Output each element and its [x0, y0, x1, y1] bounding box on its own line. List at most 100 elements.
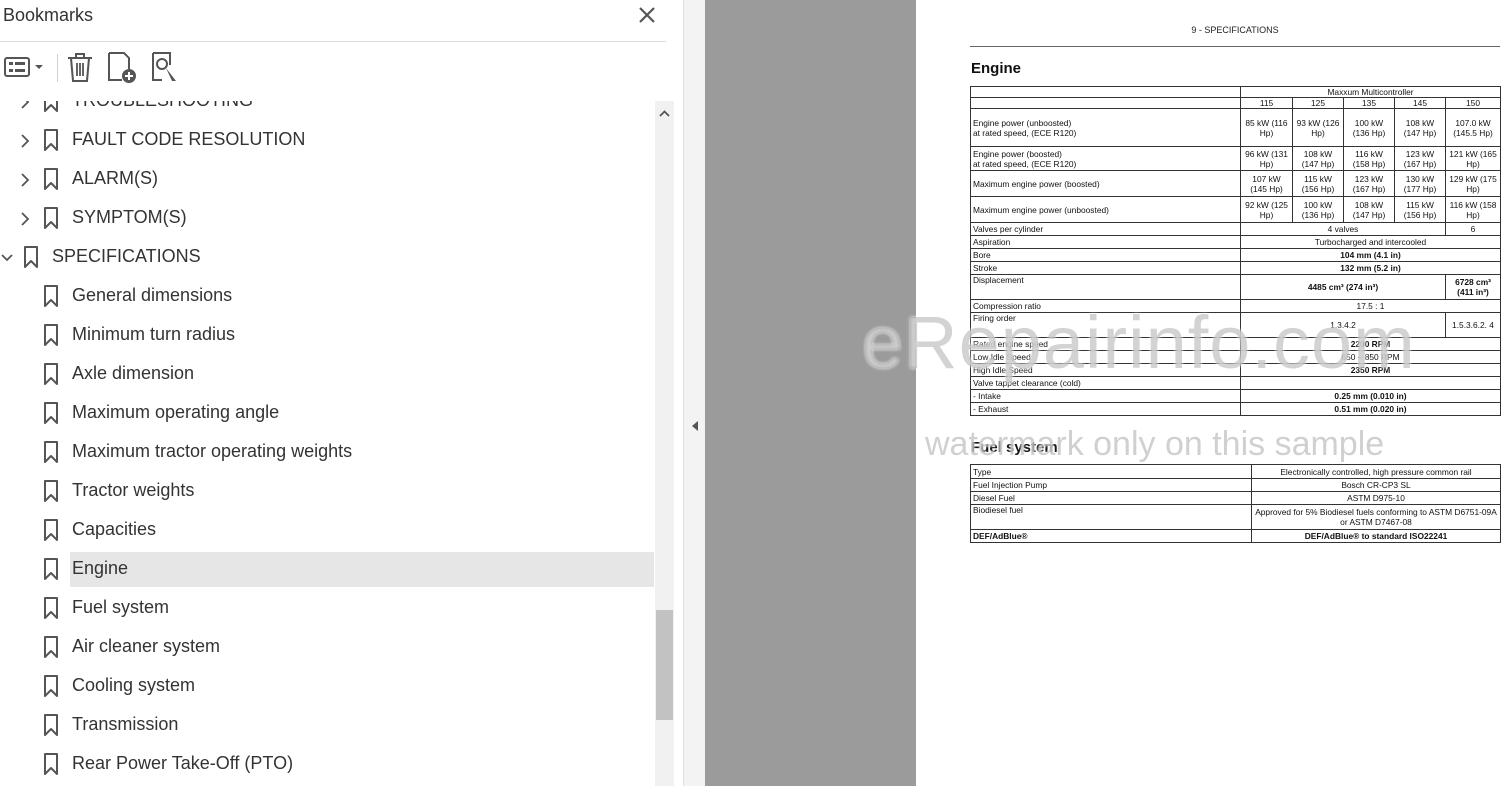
bookmark-icon	[44, 129, 58, 151]
row-label: Engine power (unboosted) at rated speed, …	[970, 108, 1241, 147]
bookmark-icon	[44, 402, 58, 424]
bookmark-icon	[44, 207, 58, 229]
bookmark-item[interactable]: General dimensions	[0, 279, 654, 314]
bookmark-label: ALARM(S)	[72, 168, 159, 188]
row-label: Aspiration	[970, 235, 1241, 249]
bookmark-label: Capacities	[72, 519, 157, 539]
chevron-right-icon[interactable]	[18, 211, 32, 227]
bookmark-label: Maximum tractor operating weights	[72, 441, 353, 461]
bookmark-icon	[44, 363, 58, 385]
bookmark-item[interactable]: Transmission	[0, 708, 654, 743]
chevron-up-icon	[659, 110, 670, 117]
bookmark-icon	[44, 558, 58, 580]
table-row: Diesel Fuel ASTM D975-10	[970, 491, 1501, 505]
bookmark-item[interactable]: Minimum turn radius	[0, 318, 654, 353]
table-row: Engine power (boosted) at rated speed, (E…	[970, 146, 1502, 171]
table-cell: 123 kW (167 Hp)	[1343, 170, 1395, 197]
scroll-up-button[interactable]	[655, 105, 674, 123]
bookmark-item[interactable]: Maximum operating angle	[0, 396, 654, 431]
selection-highlight	[70, 552, 654, 587]
bookmark-item[interactable]: Rear Power Take-Off (PTO)	[0, 747, 654, 782]
table-cell: 129 kW (175 Hp)	[1444, 170, 1502, 197]
table-cell	[970, 86, 1241, 98]
bookmark-item[interactable]: Cooling system	[0, 669, 654, 704]
table-cell: 121 kW (165 Hp)	[1444, 146, 1502, 171]
close-panel-button[interactable]	[634, 3, 660, 27]
chevron-right-icon[interactable]	[18, 133, 32, 149]
bookmark-label: SPECIFICATIONS	[52, 246, 201, 266]
row-label: Type	[970, 464, 1252, 479]
bookmark-item[interactable]: FAULT CODE RESOLUTION	[0, 123, 654, 158]
table-cell: 108 kW (147 Hp)	[1394, 108, 1446, 147]
bookmark-item[interactable]: Air cleaner system	[0, 630, 654, 665]
table-row: Bore 104 mm (4.1 in)	[970, 248, 1502, 262]
chevron-right-icon[interactable]	[18, 172, 32, 188]
chevron-down-icon[interactable]	[0, 250, 14, 266]
trash-icon	[68, 53, 92, 82]
table-row: Displacement 4485 cm³ (274 in³) 6728 cm³…	[970, 274, 1502, 300]
bookmark-label: Fuel system	[72, 597, 170, 617]
model-135: 135	[1343, 97, 1395, 109]
bookmark-icon	[44, 101, 58, 112]
bookmark-search-icon	[152, 52, 176, 81]
model-145: 145	[1394, 97, 1446, 109]
bookmark-item[interactable]: ALARM(S)	[0, 162, 654, 197]
table-row: Biodiesel fuel Approved for 5% Biodiesel…	[970, 504, 1501, 530]
row-label: Diesel Fuel	[970, 491, 1252, 505]
list-options-icon	[4, 57, 43, 77]
table-cell: DEF/AdBlue® to standard ISO22241	[1251, 529, 1501, 543]
table-cell: ASTM D975-10	[1251, 491, 1501, 505]
bookmark-icon	[24, 246, 38, 268]
bookmark-icon	[44, 168, 58, 190]
model-header: Maxxum Multicontroller	[1239, 86, 1502, 98]
bookmark-item[interactable]: SYMPTOM(S)	[0, 201, 654, 236]
bookmark-icon	[44, 597, 58, 619]
table-cell: Bosch CR-CP3 SL	[1251, 478, 1501, 492]
bookmark-item[interactable]: Axle dimension	[0, 357, 654, 392]
options-menu-button[interactable]	[2, 50, 46, 84]
row-label: Bore	[970, 248, 1241, 262]
chevron-right-icon[interactable]	[18, 101, 32, 110]
bookmark-item[interactable]: Tractor weights	[0, 474, 654, 509]
bookmark-item[interactable]: Fuel system	[0, 591, 654, 626]
bookmark-item[interactable]: Engine	[0, 552, 654, 587]
table-cell: 93 kW (126 Hp)	[1292, 108, 1344, 147]
table-row: Type Electronically controlled, high pre…	[970, 464, 1501, 479]
table-cell: 108 kW (147 Hp)	[1343, 196, 1395, 223]
bookmark-item[interactable]: SPECIFICATIONS	[0, 240, 654, 275]
bookmark-item[interactable]: TROUBLESHOOTING	[0, 101, 654, 119]
scrollbar-thumb[interactable]	[656, 610, 673, 720]
header-rule	[970, 46, 1500, 47]
bookmark-label: General dimensions	[72, 285, 233, 305]
bookmarks-tree: TROUBLESHOOTING FAULT CODE RESOLUTION ALAR…	[0, 101, 654, 786]
table-cell	[970, 97, 1241, 109]
bookmark-icon	[44, 441, 58, 463]
table-cell: 4485 cm³ (274 in³)	[1240, 274, 1446, 300]
model-150: 150	[1444, 97, 1502, 109]
bookmark-item[interactable]: Maximum tractor operating weights	[0, 435, 654, 470]
document-page: 9 - SPECIFICATIONS Engine Maxxum Multico…	[916, 0, 1511, 786]
table-cell: 115 kW (156 Hp)	[1292, 170, 1344, 197]
row-label: Valves per cylinder	[970, 222, 1241, 236]
row-label: Fuel Injection Pump	[970, 478, 1252, 492]
row-label: Displacement	[970, 274, 1241, 300]
add-bookmark-icon	[108, 52, 136, 83]
delete-bookmark-button[interactable]	[64, 50, 96, 84]
panel-splitter[interactable]	[683, 0, 705, 786]
table-cell: 108 kW (147 Hp)	[1292, 146, 1344, 171]
bookmarks-scrollbar[interactable]	[655, 101, 674, 786]
table-row: - Intake 0.25 mm (0.010 in)	[970, 389, 1502, 403]
table-cell: 0.25 mm (0.010 in)	[1239, 389, 1502, 403]
page-header: 9 - SPECIFICATIONS	[1191, 25, 1279, 35]
table-cell: 116 kW (158 Hp)	[1343, 146, 1395, 171]
table-cell: 123 kW (167 Hp)	[1394, 146, 1446, 171]
bookmark-item[interactable]: Capacities	[0, 513, 654, 548]
collapse-panel-button[interactable]	[689, 418, 701, 434]
bookmark-search-button[interactable]	[148, 50, 182, 84]
add-bookmark-button[interactable]	[104, 50, 140, 84]
table-cell: 104 mm (4.1 in)	[1239, 248, 1502, 262]
bookmark-label: Tractor weights	[72, 480, 195, 500]
bookmark-icon	[44, 285, 58, 307]
bookmarks-toolbar	[0, 46, 666, 90]
fuel-spec-table: Type Electronically controlled, high pre…	[970, 464, 1501, 543]
